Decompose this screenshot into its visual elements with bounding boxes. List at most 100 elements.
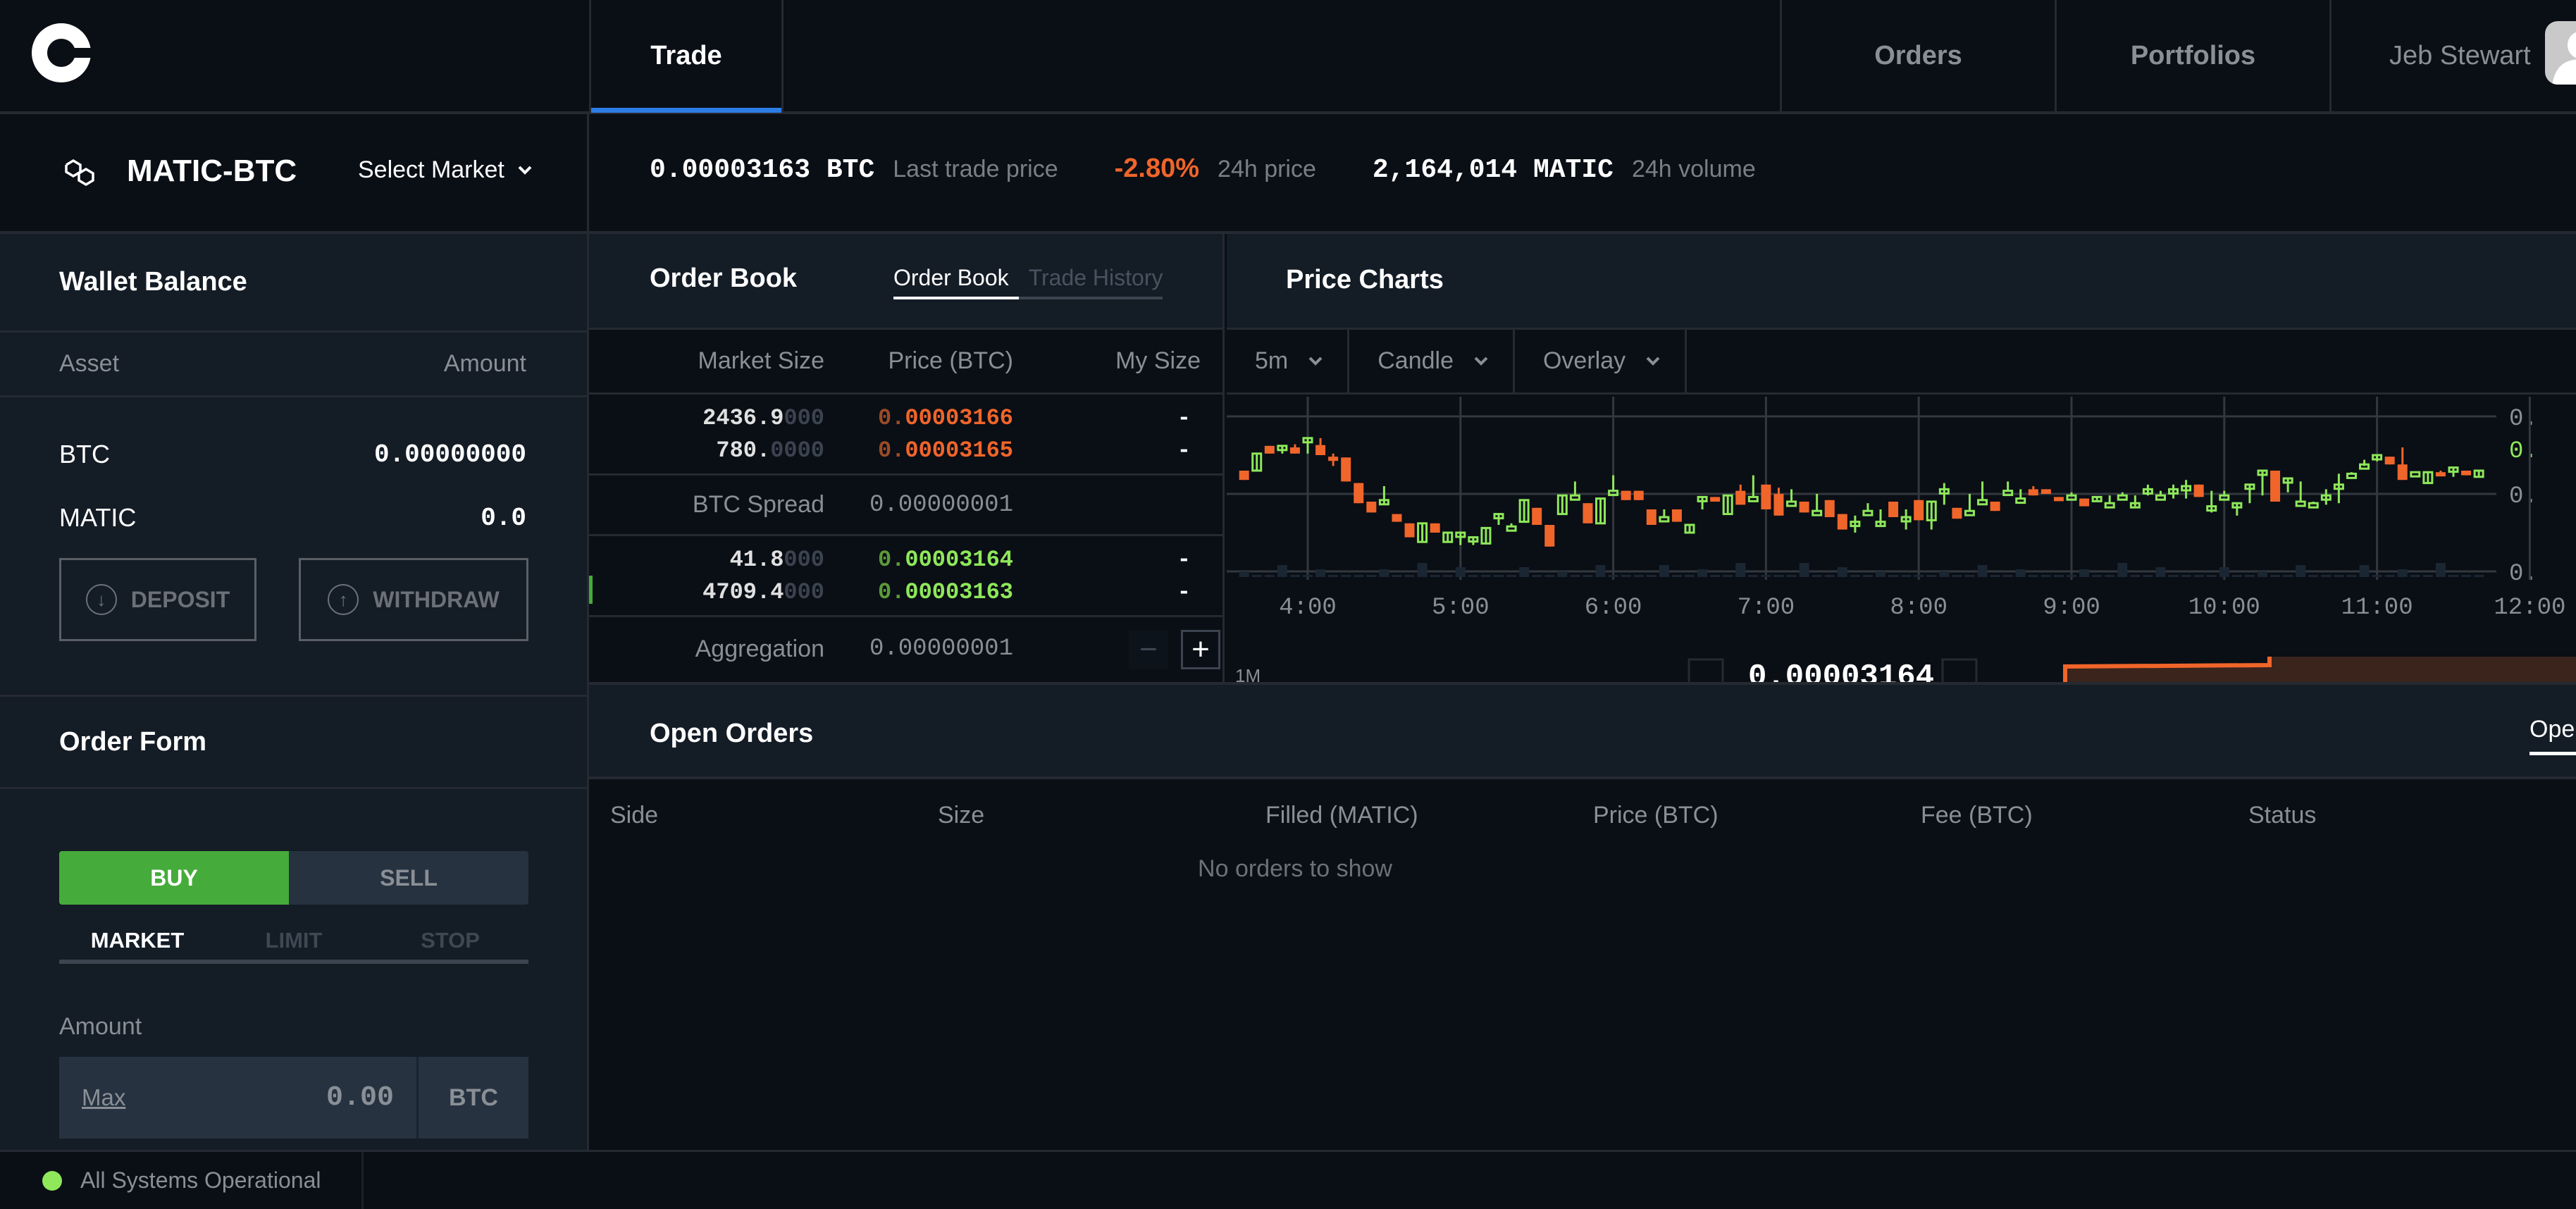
- depth-zoom-out-button[interactable]: [1688, 658, 1724, 682]
- tab-stop[interactable]: STOP: [372, 922, 528, 960]
- ask-row[interactable]: 780.0000 0.00003165 -: [589, 434, 1222, 466]
- nav-tab-trade[interactable]: Trade: [589, 0, 784, 113]
- volume-bar: [1328, 575, 1339, 577]
- candle-body-down: [1289, 447, 1300, 454]
- volume-bar: [2296, 565, 2306, 577]
- volume-bar: [2219, 567, 2229, 577]
- volume-bar: [2002, 575, 2013, 577]
- volume-label: 24h volume: [1631, 156, 1756, 182]
- order-type-tabs: MARKET LIMIT STOP: [59, 922, 528, 964]
- tab-market[interactable]: MARKET: [59, 922, 216, 960]
- deposit-label: DEPOSIT: [130, 586, 230, 612]
- nav-tab-orders[interactable]: Orders: [1780, 0, 2055, 111]
- bid-depth-bar: [589, 576, 593, 604]
- amount-value: 0.00: [326, 1081, 394, 1114]
- candle-body-up: [2410, 471, 2421, 478]
- avatar[interactable]: [2545, 21, 2576, 85]
- buy-button[interactable]: BUY: [59, 851, 289, 905]
- tab-trade-history[interactable]: Trade History: [1018, 265, 1163, 299]
- size-dim: 0000: [770, 437, 824, 464]
- volume-bar: [1862, 575, 1873, 577]
- volume-bar: [2117, 563, 2128, 577]
- aggregation-decrease-button[interactable]: −: [1129, 630, 1168, 669]
- volume-bar: [1621, 575, 1631, 577]
- candle-body-down: [1952, 507, 1962, 519]
- candle-body-down: [1430, 523, 1440, 533]
- depth-zoom-in-button[interactable]: [1941, 658, 1978, 682]
- x-tick-label: 12:00: [2494, 595, 2565, 621]
- tab-order-book[interactable]: Order Book: [893, 265, 1019, 299]
- user-menu[interactable]: Jeb Stewart: [2329, 0, 2576, 111]
- volume-bar: [1315, 569, 1326, 577]
- candle-body-down: [1837, 514, 1847, 530]
- size-dim: 000: [784, 578, 824, 605]
- y-tick-label: 0.: [2509, 406, 2538, 433]
- candle-body-down: [1914, 500, 1924, 521]
- candle-body-up: [2015, 497, 2026, 504]
- candle-body-up: [2104, 502, 2115, 509]
- open-orders-panel: Open Orders Open Side Size Filled (MATIC…: [589, 682, 2576, 1150]
- candle-body-down: [1354, 483, 1364, 504]
- volume-bar: [1977, 565, 1988, 577]
- candle-body-down: [2053, 497, 2064, 502]
- candle-body-down: [2193, 484, 2204, 497]
- candle-body-up: [1977, 499, 1988, 506]
- asset-amount: 0.0: [481, 503, 526, 533]
- overlay-dropdown[interactable]: Overlay: [1515, 330, 1688, 392]
- volume-bar: [2168, 575, 2179, 577]
- bids: 41.8000 0.00003164 - 4709.4000 0.0000316…: [589, 536, 1222, 617]
- my-size: -: [1177, 437, 1191, 464]
- interval-dropdown[interactable]: 5m: [1227, 330, 1350, 392]
- volume-bar: [2283, 575, 2293, 577]
- aggregation-increase-button[interactable]: +: [1181, 630, 1220, 669]
- x-tick-label: 4:00: [1279, 595, 1337, 621]
- col-size: Size: [938, 802, 985, 829]
- volume-bar: [1455, 567, 1466, 577]
- candle-body-down: [1328, 457, 1339, 461]
- aggregation-row: Aggregation 0.00000001 − +: [589, 617, 1222, 681]
- volume-bar: [2053, 575, 2064, 577]
- aggregation-value: 0.00000001: [869, 636, 1013, 662]
- select-market-dropdown[interactable]: Select Market: [358, 156, 533, 184]
- volume-bar: [1671, 575, 1682, 577]
- volume-bar: [1799, 563, 1809, 577]
- x-tick-label: 7:00: [1738, 595, 1795, 621]
- sell-button[interactable]: SELL: [289, 851, 528, 905]
- volume-bar: [2244, 575, 2255, 577]
- nav-tab-portfolios[interactable]: Portfolios: [2055, 0, 2329, 111]
- volume-bar: [2105, 575, 2115, 577]
- coinbase-logo-icon[interactable]: [30, 21, 97, 85]
- tab-limit[interactable]: LIMIT: [216, 922, 372, 960]
- candle-body-up: [1812, 509, 1823, 516]
- spread-row: BTC Spread 0.00000001: [589, 476, 1222, 536]
- bid-row[interactable]: 41.8000 0.00003164 -: [589, 543, 1222, 576]
- candle-body-down: [1392, 514, 1402, 522]
- volume-bar: [1354, 575, 1364, 577]
- amount-currency: BTC: [449, 1084, 498, 1111]
- chevron-down-icon: [1308, 356, 1323, 366]
- order-book-tabs: Order Book Trade History: [893, 265, 1163, 299]
- amount-field: Max 0.00 BTC: [59, 1057, 528, 1139]
- max-link[interactable]: Max: [82, 1084, 125, 1111]
- price-chart-title: Price Charts: [1286, 265, 1444, 294]
- chart-type-label: Candle: [1377, 347, 1454, 374]
- candle-body-down: [1621, 490, 1631, 500]
- deposit-button[interactable]: ↓ DEPOSIT: [59, 558, 256, 641]
- bid-row[interactable]: 4709.4000 0.00003163 -: [589, 576, 1222, 608]
- volume-bar: [2410, 575, 2420, 577]
- amount-input[interactable]: Max 0.00: [59, 1057, 419, 1139]
- spread-label: BTC Spread: [692, 491, 824, 518]
- tab-open[interactable]: Open: [2529, 716, 2576, 755]
- candle-body-down: [1239, 471, 1249, 480]
- volume-bar: [1392, 575, 1402, 577]
- chart-type-dropdown[interactable]: Candle: [1349, 330, 1515, 392]
- asset-name: BTC: [59, 440, 110, 469]
- ask-row[interactable]: 2436.9000 0.00003166 -: [589, 402, 1222, 434]
- system-status[interactable]: All Systems Operational: [0, 1152, 364, 1209]
- volume-bar: [1876, 571, 1885, 577]
- candlestick-chart[interactable]: 0. 0. 0. 0. 4:00 5:00 6:00 7:00 8:00 9:00 10:00 11:…: [1227, 397, 2576, 657]
- withdraw-button[interactable]: ↑ WITHDRAW: [299, 558, 528, 641]
- volume-bar: [1735, 563, 1746, 577]
- volume-bar: [1926, 575, 1937, 577]
- candle-body-down: [1341, 457, 1351, 482]
